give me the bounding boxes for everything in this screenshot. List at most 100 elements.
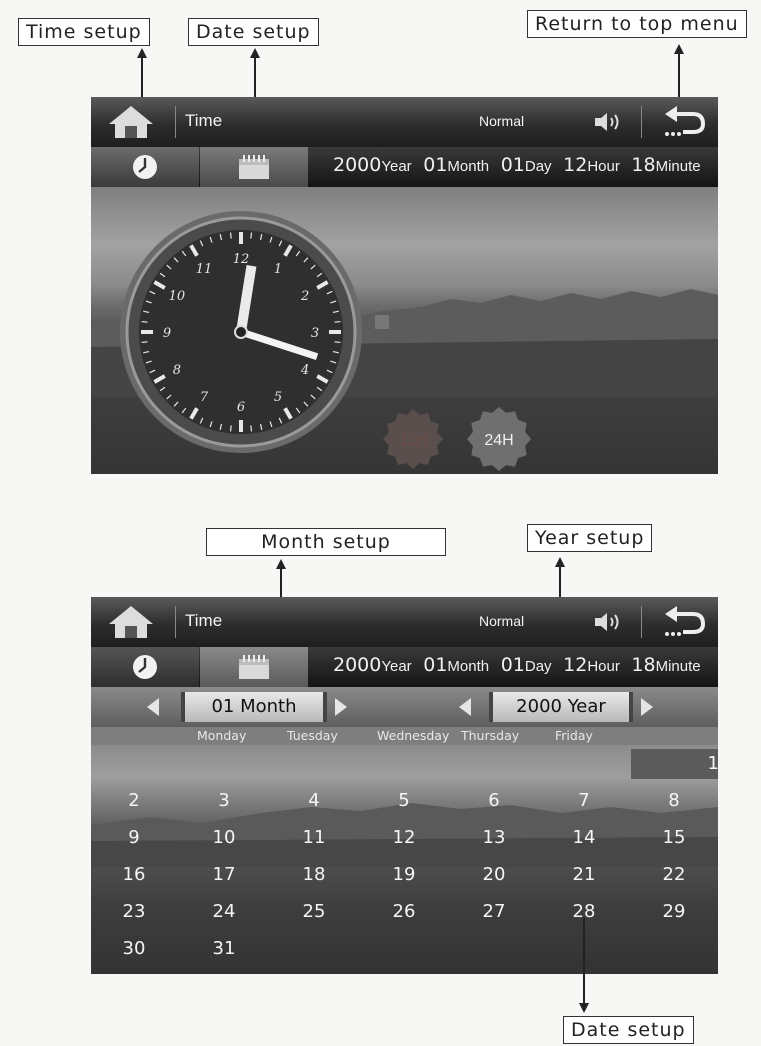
- calendar-day[interactable]: 9: [99, 823, 169, 853]
- year-setup-arrow: [555, 557, 565, 567]
- calendar-day[interactable]: 25: [279, 897, 349, 927]
- time-setup-callout: Time setup: [18, 18, 150, 46]
- top-bar: Time Normal: [91, 97, 718, 147]
- month-selector[interactable]: 01 Month: [181, 692, 327, 722]
- clock-numeral: 2: [300, 289, 309, 304]
- return-icon[interactable]: [657, 104, 707, 140]
- calendar-day[interactable]: 31: [189, 934, 259, 964]
- calendar-day[interactable]: 27: [459, 897, 529, 927]
- minute-unit: Minute: [655, 658, 701, 675]
- clock-numeral: 8: [173, 363, 181, 378]
- year-value: 2000: [333, 154, 382, 176]
- speaker-icon[interactable]: [591, 609, 625, 635]
- weekday-label: Tuesday: [287, 728, 338, 743]
- clock-tick: [141, 341, 148, 344]
- calendar-day[interactable]: 1: [631, 749, 718, 779]
- calendar-day[interactable]: 11: [279, 823, 349, 853]
- hour-unit: Hour: [587, 158, 620, 175]
- calendar-day[interactable]: 24: [189, 897, 259, 927]
- clock-numeral: 6: [237, 400, 245, 415]
- year-unit: Year: [381, 658, 412, 675]
- calendar-day[interactable]: 19: [369, 860, 439, 890]
- month-value: 01: [423, 654, 448, 676]
- calendar-day[interactable]: 2: [99, 786, 169, 816]
- calendar-icon: [239, 155, 269, 179]
- clock-tick: [229, 232, 232, 239]
- format-24h-label: 24H: [484, 432, 513, 449]
- weekday-header: Monday Tuesday Wednesday Thursday Friday: [91, 727, 718, 745]
- clock-icon: [133, 155, 157, 179]
- mode-label: Normal: [479, 113, 525, 129]
- year-value: 2000: [333, 654, 382, 676]
- status-bar: 2000Year 01Month 01Day 12Hour 18Minute: [91, 147, 718, 187]
- calendar-day[interactable]: 12: [369, 823, 439, 853]
- calendar-day[interactable]: 30: [99, 934, 169, 964]
- time-setup-tab[interactable]: [91, 647, 199, 687]
- clock-numeral: 12: [233, 252, 250, 267]
- clock-tick: [250, 232, 253, 239]
- speaker-icon[interactable]: [591, 109, 625, 135]
- home-icon[interactable]: [101, 602, 161, 642]
- format-12h-button[interactable]: 12H: [381, 407, 445, 471]
- calendar-day[interactable]: 26: [369, 897, 439, 927]
- calendar-day[interactable]: 17: [189, 860, 259, 890]
- calendar-day[interactable]: 5: [369, 786, 439, 816]
- datetime-display: 2000Year 01Month 01Day 12Hour 18Minute: [333, 154, 707, 177]
- date-setup-tab[interactable]: [200, 147, 308, 187]
- clock-numeral: 3: [311, 326, 319, 341]
- format-24h-button[interactable]: 24H: [465, 405, 533, 473]
- calendar-day[interactable]: 8: [639, 786, 709, 816]
- minute-value: 18: [631, 154, 656, 176]
- analog-clock: 121234567891011: [120, 211, 389, 453]
- date-setup-tab[interactable]: [200, 647, 308, 687]
- calendar-day[interactable]: 6: [459, 786, 529, 816]
- clock-crown: [375, 315, 389, 329]
- date-setup-callout-top: Date setup: [188, 18, 319, 46]
- calendar-day[interactable]: 22: [639, 860, 709, 890]
- calendar-grid: 1 2 3 4 5 6 7 8 9 10 11 12 13 14 15 16 17 18 19 20 21 22 23 24 2…: [91, 745, 718, 974]
- clock-tick: [334, 341, 341, 344]
- clock-numeral: 7: [200, 390, 209, 405]
- calendar-screen: Time Normal 2000Year 01Month 01Day 12Hou…: [91, 597, 718, 974]
- calendar-day[interactable]: 4: [279, 786, 349, 816]
- calendar-day[interactable]: 13: [459, 823, 529, 853]
- calendar-day[interactable]: 7: [549, 786, 619, 816]
- month-next-arrow-icon[interactable]: [335, 698, 347, 716]
- month-value: 01: [423, 154, 448, 176]
- calendar-day[interactable]: 3: [189, 786, 259, 816]
- hour-value: 12: [563, 654, 588, 676]
- year-selector[interactable]: 2000 Year: [489, 692, 633, 722]
- calendar-day[interactable]: 10: [189, 823, 259, 853]
- time-setup-arrow: [137, 48, 147, 58]
- mode-label: Normal: [479, 613, 525, 629]
- calendar-day[interactable]: 16: [99, 860, 169, 890]
- clock-numeral: 1: [274, 262, 282, 277]
- divider: [641, 106, 642, 138]
- month-unit: Month: [447, 658, 490, 675]
- clock-numeral: 10: [169, 289, 186, 304]
- clock-tick: [250, 425, 253, 432]
- year-prev-arrow-icon[interactable]: [459, 698, 471, 716]
- time-setup-tab[interactable]: [91, 147, 199, 187]
- divider: [175, 106, 176, 138]
- calendar-day[interactable]: 21: [549, 860, 619, 890]
- clock-tick: [334, 320, 341, 323]
- calendar-day[interactable]: 14: [549, 823, 619, 853]
- month-prev-arrow-icon[interactable]: [147, 698, 159, 716]
- page-title: Time: [185, 111, 223, 130]
- time-screen: Time Normal 2000Year 01Month 01Day 12Hou…: [91, 97, 718, 474]
- calendar-day[interactable]: 20: [459, 860, 529, 890]
- divider: [641, 606, 642, 638]
- return-icon[interactable]: [657, 604, 707, 640]
- calendar-day[interactable]: 23: [99, 897, 169, 927]
- calendar-day[interactable]: 18: [279, 860, 349, 890]
- clock-tick: [141, 320, 148, 323]
- clock-tick: [229, 425, 232, 432]
- calendar-day[interactable]: 29: [639, 897, 709, 927]
- clock-numeral: 9: [163, 326, 171, 341]
- clock-numeral: 5: [274, 390, 282, 405]
- minute-value: 18: [631, 654, 656, 676]
- calendar-day[interactable]: 15: [639, 823, 709, 853]
- year-next-arrow-icon[interactable]: [641, 698, 653, 716]
- home-icon[interactable]: [101, 102, 161, 142]
